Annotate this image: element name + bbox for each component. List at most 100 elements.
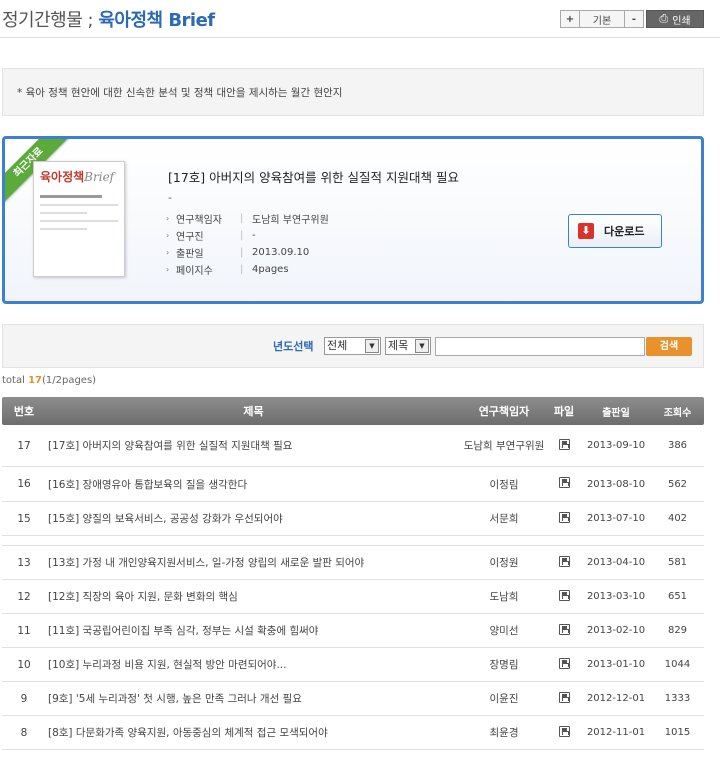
row-date: 2013-03-10 (586, 591, 646, 602)
row-date: 2013-02-10 (586, 625, 646, 636)
row-no: 10 (17, 658, 31, 671)
total-count: total 17(1/2pages) (2, 375, 96, 386)
row-file[interactable] (547, 725, 581, 740)
file-icon[interactable] (558, 623, 570, 635)
meta-value: 2013.09.10 (252, 247, 310, 258)
table-row[interactable]: 17 [17호] 아버지의 양육참여를 위한 실질적 지원대책 필요 도남희 부… (2, 425, 704, 467)
table-row[interactable]: 16 [16호] 장애영유아 통합보육의 질을 생각한다 이정림 2013-08… (2, 467, 704, 502)
row-date: 2013-01-10 (586, 659, 646, 670)
file-icon[interactable] (558, 438, 570, 450)
print-button[interactable]: ⎙ 인쇄 (646, 10, 704, 28)
featured-title[interactable]: [17호] 아버지의 양육참여를 위한 실질적 지원대책 필요 (168, 167, 459, 186)
row-date: 2012-11-01 (586, 727, 646, 738)
row-file[interactable] (547, 438, 581, 453)
page-title: 정기간행물 ; 육아정책 Brief (2, 6, 215, 32)
table-row[interactable]: 8 [8호] 다문화가족 양육지원, 아동중심의 체계적 접근 모색되어야 최윤… (2, 716, 704, 750)
file-icon[interactable] (558, 477, 570, 488)
row-title[interactable]: [9호] '5세 누리과정' 첫 시행, 높은 만족 그러나 개선 필요 (46, 691, 461, 706)
row-no: 17 (17, 439, 31, 452)
search-input[interactable] (435, 337, 645, 356)
row-author: 이윤진 (489, 693, 519, 705)
table-row[interactable]: 9 [9호] '5세 누리과정' 첫 시행, 높은 만족 그러나 개선 필요 이… (2, 682, 704, 716)
bullet-icon: › (166, 248, 170, 257)
row-title[interactable]: [11호] 국공립어린이집 부족 심각, 정부는 시설 확충에 힘써야 (46, 623, 461, 638)
thumbnail-brand: 육아정책Brief (40, 168, 118, 185)
row-date: 2013-07-10 (586, 513, 646, 524)
row-file[interactable] (547, 691, 581, 706)
file-icon[interactable] (558, 691, 570, 703)
table-row[interactable]: 15 [15호] 양질의 보육서비스, 공공성 강화가 우선되어야 서문희 20… (2, 502, 704, 536)
row-title[interactable]: [12호] 직장의 육아 지원, 문화 변화의 핵심 (46, 589, 461, 604)
font-decrease-button[interactable]: - (624, 10, 644, 28)
search-button[interactable]: 검색 (646, 337, 692, 356)
table-row[interactable]: 10 [10호] 누리과정 비용 지원, 현실적 방안 마련되어야... 장명림… (2, 648, 704, 682)
row-file[interactable] (547, 589, 581, 604)
featured-thumbnail[interactable]: 육아정책Brief (33, 161, 125, 277)
year-select[interactable]: 전체 ▼ (324, 337, 381, 355)
bullet-icon: › (166, 265, 170, 274)
meta-label: 연구진 (176, 232, 204, 243)
row-file[interactable] (547, 555, 581, 570)
row-date: 2012-12-01 (586, 693, 646, 704)
thumbnail-line (40, 220, 118, 222)
header-file: 파일 (553, 405, 575, 418)
row-views: 651 (667, 591, 688, 602)
row-file[interactable] (547, 511, 581, 526)
file-icon[interactable] (558, 555, 570, 567)
meta-label: 페이지수 (176, 266, 213, 277)
row-file[interactable] (547, 477, 581, 491)
bullet-icon: › (166, 231, 170, 240)
meta-value: - (252, 230, 256, 241)
row-views: 402 (667, 513, 688, 524)
file-icon[interactable] (558, 725, 570, 737)
page-title-prefix: 정기간행물 ; (2, 10, 94, 31)
row-file[interactable] (547, 623, 581, 638)
search-field-select[interactable]: 제목 ▼ (385, 337, 431, 355)
total-prefix: total (2, 375, 25, 386)
thumbnail-line (40, 228, 87, 230)
featured-subtitle: - (168, 191, 172, 204)
table-header: 번호 제목 연구책임자 파일 출판일 조회수 (2, 397, 704, 425)
row-file[interactable] (547, 657, 581, 672)
pdf-icon: ⬇ (578, 223, 594, 239)
row-date: 2013-08-10 (586, 478, 646, 490)
row-title[interactable]: [15호] 양질의 보육서비스, 공공성 강화가 우선되어야 (46, 511, 461, 526)
total-number: 17 (28, 375, 42, 386)
row-title[interactable]: [13호] 가정 내 개인양육지원서비스, 일-가정 양립의 새로운 발판 되어… (46, 555, 461, 570)
printer-icon: ⎙ (659, 12, 669, 25)
row-title[interactable]: [10호] 누리과정 비용 지원, 현실적 방안 마련되어야... (46, 657, 461, 672)
meta-label: 출판일 (176, 249, 204, 260)
table-row[interactable]: 11 [11호] 국공립어린이집 부족 심각, 정부는 시설 확충에 힘써야 양… (2, 614, 704, 648)
row-title[interactable]: [8호] 다문화가족 양육지원, 아동중심의 체계적 접근 모색되어야 (46, 725, 461, 740)
table-row[interactable]: 12 [12호] 직장의 육아 지원, 문화 변화의 핵심 도남희 2013-0… (2, 580, 704, 614)
font-increase-button[interactable]: + (560, 10, 580, 28)
header-no: 번호 (13, 405, 35, 418)
font-reset-button[interactable]: 기본 (580, 10, 624, 28)
header-author: 연구책임자 (478, 405, 530, 418)
meta-row: › 페이지수 | 4pages (166, 261, 329, 278)
download-button[interactable]: ⬇ 다운로드 (568, 214, 662, 248)
row-date: 2013-09-10 (586, 440, 646, 451)
toolbar: + 기본 - ⎙ 인쇄 (560, 10, 704, 28)
thumbnail-line (40, 212, 87, 214)
year-select-label: 년도선택 (273, 340, 314, 353)
row-author: 이정림 (489, 478, 519, 491)
file-icon[interactable] (558, 657, 570, 669)
meta-separator: | (240, 264, 244, 275)
row-views: 386 (667, 440, 688, 451)
intro-text: * 육아 정책 현안에 대한 신속한 분석 및 정책 대안을 제시하는 월간 현… (17, 86, 343, 99)
thumbnail-line (40, 195, 103, 198)
file-icon[interactable] (558, 511, 570, 523)
row-title[interactable]: [16호] 장애영유아 통합보육의 질을 생각한다 (46, 477, 461, 492)
row-views: 1015 (664, 727, 691, 738)
thumbnail-line (40, 204, 118, 206)
featured-meta: › 연구책임자 | 도남희 부연구위원 › 연구진 | - › 출판일 | 20… (166, 210, 329, 278)
table-row[interactable]: 13 [13호] 가정 내 개인양육지원서비스, 일-가정 양립의 새로운 발판… (2, 546, 704, 580)
row-views: 1044 (664, 659, 691, 670)
thumbnail-brand-text: 육아정책 (40, 170, 85, 184)
row-author: 서문희 (489, 513, 519, 525)
row-no: 11 (17, 624, 31, 637)
row-title[interactable]: [17호] 아버지의 양육참여를 위한 실질적 지원대책 필요 (46, 438, 461, 453)
row-author: 도남희 (489, 591, 519, 603)
file-icon[interactable] (558, 589, 570, 601)
